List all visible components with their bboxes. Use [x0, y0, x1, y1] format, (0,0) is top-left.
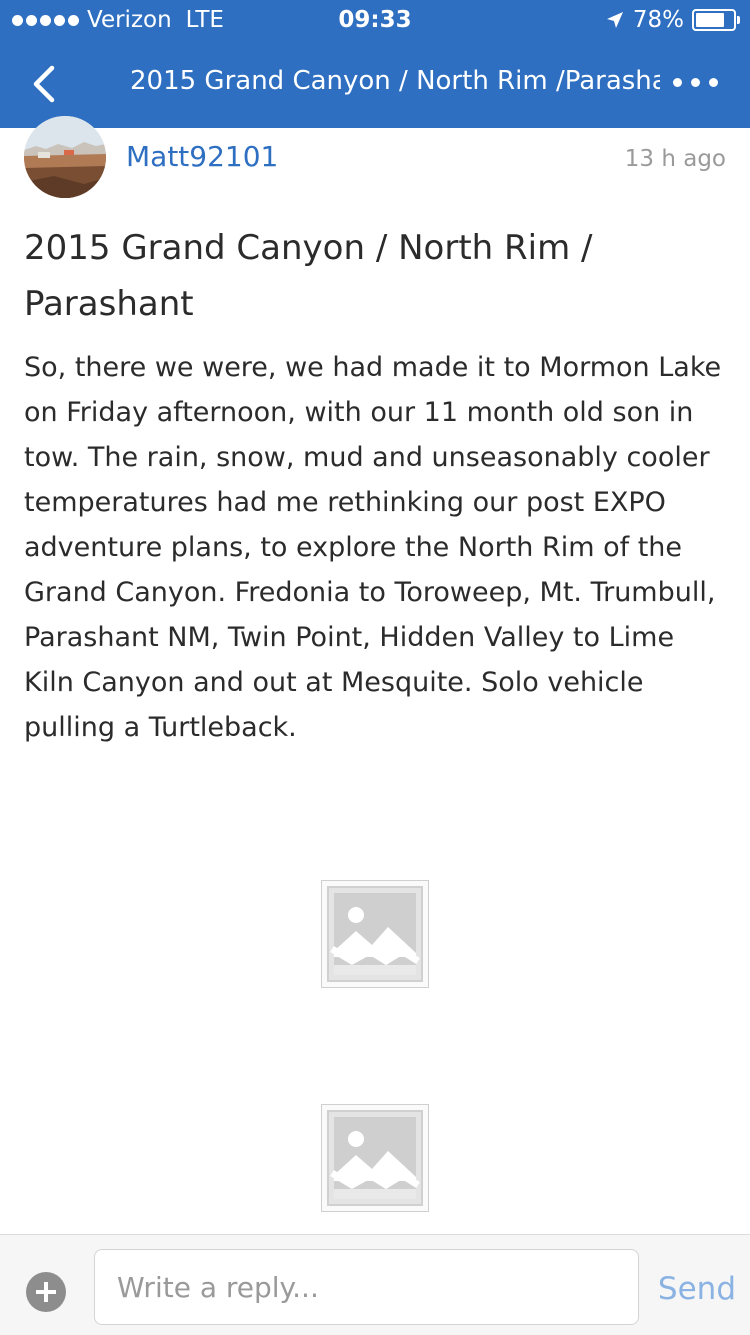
- image-placeholder[interactable]: [321, 880, 429, 988]
- top-bar: Verizon LTE 09:33 78% 2015 Grand Canyon …: [0, 0, 750, 128]
- more-dots-icon: [673, 78, 682, 87]
- send-button[interactable]: Send: [658, 1271, 736, 1307]
- navigation-bar: 2015 Grand Canyon / North Rim /Parashant: [0, 40, 750, 128]
- avatar[interactable]: [24, 116, 106, 198]
- reply-bar: Send: [0, 1234, 750, 1335]
- status-bar: Verizon LTE 09:33 78%: [0, 0, 750, 40]
- more-options-button[interactable]: [673, 78, 718, 87]
- image-placeholder[interactable]: [321, 1104, 429, 1212]
- battery-percent: 78%: [632, 7, 684, 33]
- post-author[interactable]: Matt92101: [126, 140, 278, 173]
- back-button[interactable]: [24, 62, 68, 106]
- chevron-left-icon: [33, 65, 55, 103]
- nav-title: 2015 Grand Canyon / North Rim /Parashant: [130, 66, 660, 96]
- post-title: 2015 Grand Canyon / North Rim / Parashan…: [24, 228, 593, 324]
- avatar-landscape-image: [24, 116, 106, 198]
- location-arrow-icon: [606, 12, 623, 28]
- post-body: So, there we were, we had made it to Mor…: [24, 352, 722, 743]
- battery-icon: [692, 9, 740, 31]
- broken-image-icon: [327, 886, 423, 982]
- reply-input[interactable]: [94, 1249, 639, 1325]
- post-timestamp: 13 h ago: [624, 146, 726, 172]
- broken-image-icon: [327, 1110, 423, 1206]
- add-attachment-button[interactable]: [26, 1272, 66, 1312]
